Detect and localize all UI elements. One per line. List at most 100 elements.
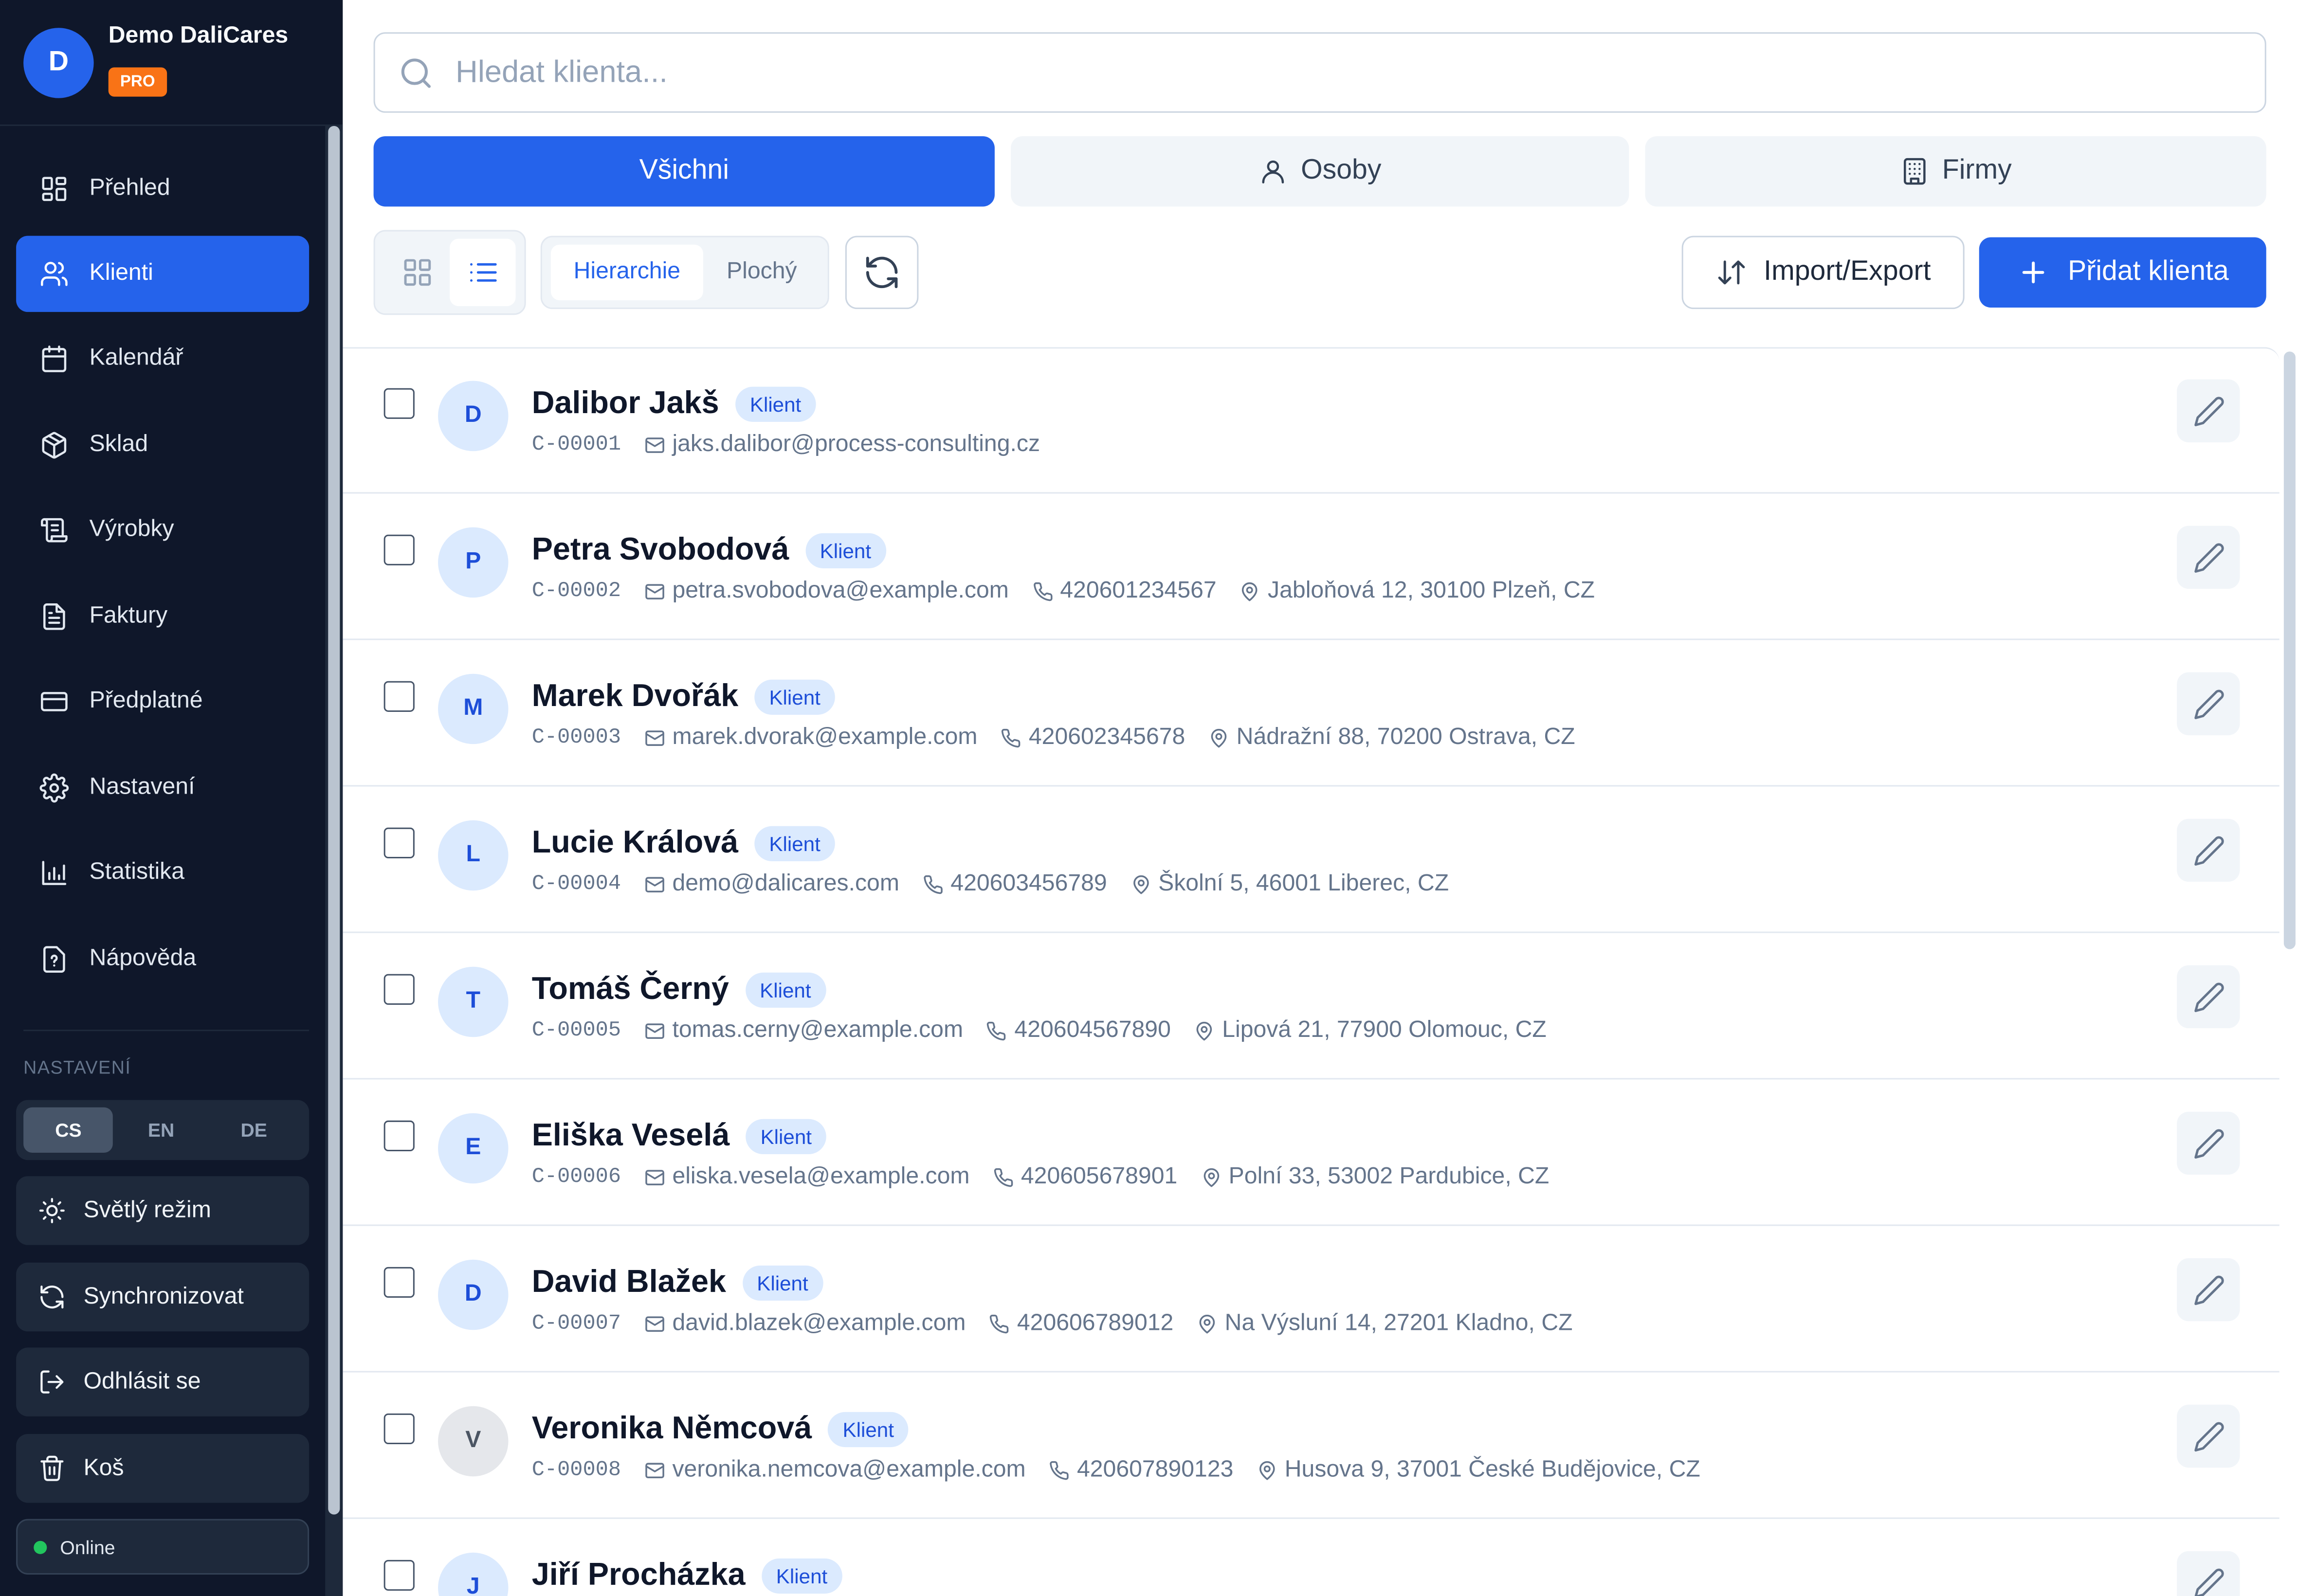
- row-checkbox[interactable]: [383, 1560, 415, 1591]
- row-checkbox[interactable]: [383, 827, 415, 858]
- company-avatar[interactable]: D: [23, 28, 94, 98]
- edit-client-button[interactable]: [2177, 965, 2240, 1029]
- row-checkbox[interactable]: [383, 388, 415, 419]
- status-badge: Klient: [754, 825, 835, 861]
- client-name[interactable]: Jiří Procházka: [532, 1557, 746, 1594]
- table-row[interactable]: J Jiří Procházka Klient: [343, 1519, 2279, 1596]
- sidebar-item-label: Kalendář: [89, 345, 183, 371]
- sidebar-item-label: Sklad: [89, 432, 148, 457]
- gear-icon: [39, 773, 69, 803]
- search-icon: [401, 57, 431, 88]
- client-phone: 420606789012: [989, 1311, 1173, 1337]
- sidebar-item-label: Statistika: [89, 859, 185, 885]
- language-cs-button[interactable]: CS: [23, 1107, 113, 1153]
- sidebar-scrollbar-thumb[interactable]: [328, 126, 340, 1515]
- sidebar-item-klienti[interactable]: Klienti: [16, 236, 310, 312]
- table-row[interactable]: T Tomáš Černý Klient C-00005 tomas.cerny@exa…: [343, 933, 2279, 1080]
- list-view-button[interactable]: [450, 238, 516, 307]
- edit-client-button[interactable]: [2177, 1111, 2240, 1175]
- edit-client-button[interactable]: [2177, 818, 2240, 882]
- client-name[interactable]: Veronika Němcová: [532, 1411, 812, 1447]
- client-name[interactable]: Lucie Králová: [532, 825, 738, 861]
- users-icon: [39, 259, 69, 289]
- hierarchy-mode-button[interactable]: Hierarchie: [550, 244, 703, 301]
- row-checkbox[interactable]: [383, 1267, 415, 1298]
- client-name[interactable]: Petra Svobodová: [532, 532, 789, 568]
- sidebar-item-faktury[interactable]: Faktury: [16, 579, 309, 655]
- client-address: Husova 9, 37001 České Budějovice, CZ: [1257, 1457, 1700, 1484]
- client-phone: 420603456789: [923, 871, 1107, 898]
- table-row[interactable]: D Dalibor Jakš Klient C-00001 jaks.dalibor@p…: [343, 348, 2279, 494]
- client-name[interactable]: Dalibor Jakš: [532, 385, 719, 422]
- row-checkbox[interactable]: [383, 534, 415, 565]
- client-address: Nádražní 88, 70200 Ostrava, CZ: [1208, 725, 1575, 751]
- sidebar-divider: [23, 1030, 310, 1032]
- client-email-text: eliska.vesela@example.com: [672, 1164, 970, 1190]
- edit-client-button[interactable]: [2177, 672, 2240, 736]
- add-client-button[interactable]: Přidat klienta: [1979, 237, 2266, 308]
- table-row[interactable]: P Petra Svobodová Klient C-00002 petra.svobo…: [343, 493, 2279, 640]
- map-pin-icon: [1203, 1168, 1219, 1187]
- client-name-line: Veronika Němcová Klient: [532, 1411, 909, 1447]
- theme-toggle-button[interactable]: Světlý režim: [16, 1176, 310, 1245]
- edit-client-button[interactable]: [2177, 1551, 2240, 1596]
- sync-button[interactable]: Synchronizovat: [16, 1262, 310, 1332]
- client-meta: C-00005 tomas.cerny@example.com 4206045678…: [532, 1018, 1570, 1044]
- client-list: D Dalibor Jakš Klient C-00001 jaks.dalibor@p…: [343, 347, 2279, 1596]
- row-checkbox[interactable]: [383, 1120, 415, 1152]
- client-email-text: tomas.cerny@example.com: [672, 1018, 964, 1043]
- edit-client-button[interactable]: [2177, 1258, 2240, 1322]
- row-checkbox[interactable]: [383, 1413, 415, 1445]
- flat-mode-button[interactable]: Plochý: [706, 245, 818, 300]
- client-email: marek.dvorak@example.com: [644, 725, 978, 751]
- grid-view-icon: [403, 259, 430, 286]
- table-row[interactable]: M Marek Dvořák Klient C-00003 marek.dvorak@e…: [343, 640, 2279, 787]
- add-client-label: Přidat klienta: [2068, 256, 2229, 287]
- client-name[interactable]: David Blažek: [532, 1264, 726, 1301]
- logout-button[interactable]: Odhlásit se: [16, 1347, 310, 1416]
- row-checkbox[interactable]: [383, 974, 415, 1005]
- tab-osoby[interactable]: Osoby: [1011, 136, 1629, 207]
- sidebar-item-label: Nápověda: [89, 946, 197, 971]
- table-row[interactable]: L Lucie Králová Klient C-00004 demo@dalicare…: [343, 786, 2279, 933]
- edit-client-button[interactable]: [2177, 1404, 2240, 1468]
- status-badge: Klient: [746, 1118, 827, 1154]
- table-row[interactable]: E Eliška Veselá Klient C-00006 eliska.vesela…: [343, 1080, 2279, 1226]
- client-meta: C-00004 demo@dalicares.com 420603456789 Ško…: [532, 871, 1473, 898]
- trash-button[interactable]: Koš: [16, 1433, 310, 1503]
- edit-client-button[interactable]: [2177, 526, 2240, 589]
- list-scrollbar[interactable]: [2282, 351, 2297, 1596]
- sidebar-item-napoveda[interactable]: Nápověda: [16, 921, 309, 998]
- grid-view-button[interactable]: [384, 239, 450, 306]
- client-name[interactable]: Tomáš Černý: [532, 971, 729, 1008]
- language-de-button[interactable]: DE: [209, 1107, 299, 1153]
- tab-vsichni[interactable]: Všichni: [373, 136, 995, 207]
- language-en-button[interactable]: EN: [116, 1107, 206, 1153]
- client-code: C-00001: [531, 434, 621, 457]
- sidebar-item-prehled[interactable]: Přehled: [16, 151, 309, 227]
- phone-icon: [1002, 728, 1021, 748]
- sidebar-item-vyrobky[interactable]: Výrobky: [16, 492, 309, 568]
- client-name[interactable]: Eliška Veselá: [532, 1118, 730, 1154]
- client-name[interactable]: Marek Dvořák: [532, 678, 739, 715]
- sidebar-item-kalendar[interactable]: Kalendář: [16, 321, 309, 397]
- import-export-button[interactable]: Import/Export: [1681, 236, 1965, 309]
- sidebar-item-label: Faktury: [89, 603, 168, 629]
- sidebar-item-label: Nastavení: [89, 775, 195, 800]
- table-row[interactable]: D David Blažek Klient C-00007 david.blazek@e…: [343, 1226, 2279, 1373]
- table-row[interactable]: V Veronika Němcová Klient C-00008 veronika.n…: [343, 1373, 2279, 1519]
- sidebar-item-nastaveni[interactable]: Nastavení: [16, 750, 309, 826]
- list-scrollbar-thumb[interactable]: [2283, 351, 2296, 949]
- sidebar-item-sklad[interactable]: Sklad: [16, 407, 309, 484]
- search-input[interactable]: [456, 54, 1921, 91]
- tab-firmy[interactable]: Firmy: [1645, 136, 2266, 207]
- mail-icon: [645, 584, 664, 599]
- edit-client-button[interactable]: [2177, 379, 2240, 443]
- sidebar-item-predplatne[interactable]: Předplatné: [16, 664, 309, 740]
- row-checkbox[interactable]: [383, 681, 415, 712]
- map-pin-icon: [1211, 728, 1227, 748]
- refresh-button[interactable]: [845, 236, 919, 309]
- client-name-line: Jiří Procházka Klient: [532, 1557, 842, 1594]
- sidebar-scrollbar[interactable]: [325, 126, 343, 1596]
- sidebar-item-statistika[interactable]: Statistika: [16, 835, 309, 911]
